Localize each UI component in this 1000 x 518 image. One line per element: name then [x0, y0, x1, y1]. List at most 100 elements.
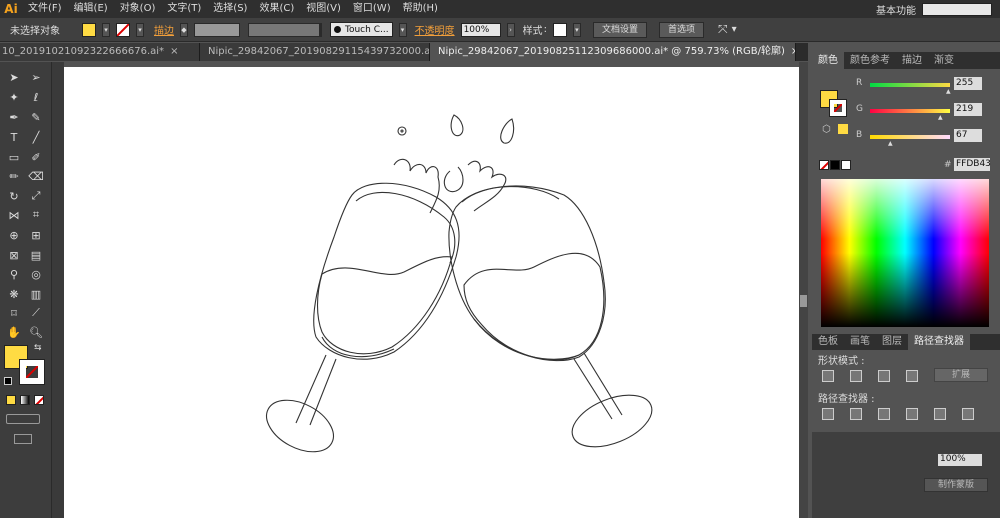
- color-mode-icon[interactable]: [6, 395, 16, 405]
- tab-brushes[interactable]: 画笔: [844, 334, 876, 350]
- stroke-color-icon[interactable]: [19, 359, 45, 385]
- gradient-mode-icon[interactable]: [20, 395, 30, 405]
- menu-select[interactable]: 选择(S): [207, 0, 253, 18]
- b-slider-thumb[interactable]: ▲: [888, 140, 893, 147]
- expand-button[interactable]: 扩展: [934, 368, 988, 382]
- minus-back-icon[interactable]: [962, 408, 974, 420]
- curvature-tool-icon[interactable]: ✎: [27, 109, 45, 125]
- draw-mode-icon[interactable]: [6, 414, 40, 424]
- blend-tool-icon[interactable]: ◎: [27, 266, 45, 282]
- menu-object[interactable]: 对象(O): [114, 0, 162, 18]
- menu-effect[interactable]: 效果(C): [253, 0, 300, 18]
- make-mask-button[interactable]: 制作蒙版: [924, 478, 988, 492]
- style-swatch[interactable]: [552, 22, 567, 37]
- width-tool-icon[interactable]: ⋈: [5, 207, 23, 223]
- document-setup-button[interactable]: 文档设置: [592, 21, 647, 38]
- brush-dropdown[interactable]: ▾: [398, 22, 407, 37]
- menu-file[interactable]: 文件(F): [22, 0, 68, 18]
- stroke-weight-field[interactable]: [194, 22, 240, 37]
- pen-tool-icon[interactable]: ✒: [5, 109, 23, 125]
- mesh-tool-icon[interactable]: ⊠: [5, 247, 23, 263]
- search-input[interactable]: [922, 2, 992, 16]
- fill-swatch[interactable]: [82, 22, 96, 37]
- artboard[interactable]: [64, 67, 799, 518]
- tab-document-1[interactable]: 10_20191021092322666676.ai* ×: [0, 43, 200, 61]
- free-transform-tool-icon[interactable]: ⌗: [27, 207, 45, 223]
- perspective-grid-tool-icon[interactable]: ⊞: [27, 227, 45, 243]
- screen-mode-icon[interactable]: [14, 434, 32, 444]
- transparency-opacity-value[interactable]: 100%: [938, 454, 982, 466]
- tab-gradient[interactable]: 渐变: [928, 52, 960, 69]
- exclude-icon[interactable]: [906, 370, 918, 382]
- tab-swatches[interactable]: 色板: [812, 334, 844, 350]
- stroke-weight-stepper[interactable]: ◆: [180, 22, 188, 37]
- menu-window[interactable]: 窗口(W): [347, 0, 397, 18]
- menu-edit[interactable]: 编辑(E): [68, 0, 114, 18]
- black-swatch[interactable]: [830, 160, 840, 170]
- merge-icon[interactable]: [878, 408, 890, 420]
- none-mode-icon[interactable]: [34, 395, 44, 405]
- stroke-dropdown[interactable]: ▾: [136, 22, 144, 37]
- variable-width-field[interactable]: [248, 22, 320, 37]
- default-colors-icon[interactable]: [4, 377, 12, 385]
- menu-view[interactable]: 视图(V): [300, 0, 347, 18]
- close-icon[interactable]: ×: [170, 46, 178, 57]
- r-slider-track[interactable]: [870, 83, 950, 87]
- tab-layers[interactable]: 图层: [876, 334, 908, 350]
- hex-input[interactable]: FFDB43: [954, 158, 991, 171]
- menu-help[interactable]: 帮助(H): [397, 0, 444, 18]
- paintbrush-tool-icon[interactable]: ✐: [27, 149, 45, 165]
- lasso-tool-icon[interactable]: ℓ: [27, 89, 45, 105]
- opacity-label[interactable]: 不透明度: [415, 22, 455, 37]
- symbol-sprayer-tool-icon[interactable]: ❋: [5, 286, 23, 302]
- brush-profile-field[interactable]: [320, 22, 322, 37]
- eraser-tool-icon[interactable]: ⌫: [27, 168, 45, 184]
- r-value-input[interactable]: 255: [954, 77, 982, 90]
- tab-document-2[interactable]: Nipic_29842067_20190829115439732000.ai*×: [200, 43, 430, 61]
- white-swatch[interactable]: [841, 160, 851, 170]
- tab-color-guide[interactable]: 颜色参考: [844, 52, 896, 69]
- shape-builder-tool-icon[interactable]: ⊕: [5, 227, 23, 243]
- slice-tool-icon[interactable]: ⟋: [27, 305, 45, 321]
- pencil-tool-icon[interactable]: ✏: [5, 168, 23, 184]
- swap-colors-icon[interactable]: ⇆: [34, 343, 42, 353]
- b-slider-track[interactable]: [870, 135, 950, 139]
- rectangle-tool-icon[interactable]: ▭: [5, 149, 23, 165]
- g-slider-track[interactable]: [870, 109, 950, 113]
- crop-icon[interactable]: [906, 408, 918, 420]
- magic-wand-tool-icon[interactable]: ✦: [5, 89, 23, 105]
- artboard-tool-icon[interactable]: ⌑: [5, 305, 23, 321]
- trim-icon[interactable]: [850, 408, 862, 420]
- scale-tool-icon[interactable]: ⤢: [27, 188, 45, 204]
- menu-type[interactable]: 文字(T): [161, 0, 207, 18]
- type-tool-icon[interactable]: T: [5, 129, 23, 145]
- preferences-button[interactable]: 首选项: [658, 21, 704, 38]
- selection-tool-icon[interactable]: ➤: [5, 69, 23, 85]
- intersect-icon[interactable]: [878, 370, 890, 382]
- rotate-tool-icon[interactable]: ↻: [5, 188, 23, 204]
- direct-selection-tool-icon[interactable]: ➢: [27, 69, 45, 85]
- line-tool-icon[interactable]: ╱: [27, 129, 45, 145]
- tab-pathfinder[interactable]: 路径查找器: [908, 334, 970, 350]
- hand-tool-icon[interactable]: ✋: [5, 324, 23, 340]
- workspace-switcher[interactable]: 基本功能: [870, 2, 922, 17]
- style-dropdown[interactable]: ▾: [572, 22, 581, 37]
- b-value-input[interactable]: 67: [954, 129, 982, 142]
- divide-icon[interactable]: [822, 408, 834, 420]
- none-swatch[interactable]: [819, 160, 829, 170]
- g-value-input[interactable]: 219: [954, 103, 982, 116]
- fill-dropdown[interactable]: ▾: [102, 22, 110, 37]
- g-slider-thumb[interactable]: ▲: [938, 114, 943, 121]
- column-graph-tool-icon[interactable]: ▥: [27, 286, 45, 302]
- panel-menu-icon[interactable]: ▾: [732, 24, 737, 35]
- tab-document-3[interactable]: Nipic_29842067_20190825112309686000.ai* …: [430, 43, 796, 61]
- close-icon[interactable]: ×: [791, 46, 795, 57]
- outline-icon[interactable]: [934, 408, 946, 420]
- brush-definition[interactable]: Touch C...: [330, 22, 393, 37]
- stroke-swatch[interactable]: [116, 22, 130, 37]
- opacity-dropdown[interactable]: ›: [506, 22, 515, 37]
- tab-color[interactable]: 颜色: [812, 52, 844, 69]
- eyedropper-tool-icon[interactable]: ⚲: [5, 266, 23, 282]
- stroke-label[interactable]: 描边: [154, 22, 174, 37]
- opacity-input[interactable]: 100%: [460, 22, 501, 37]
